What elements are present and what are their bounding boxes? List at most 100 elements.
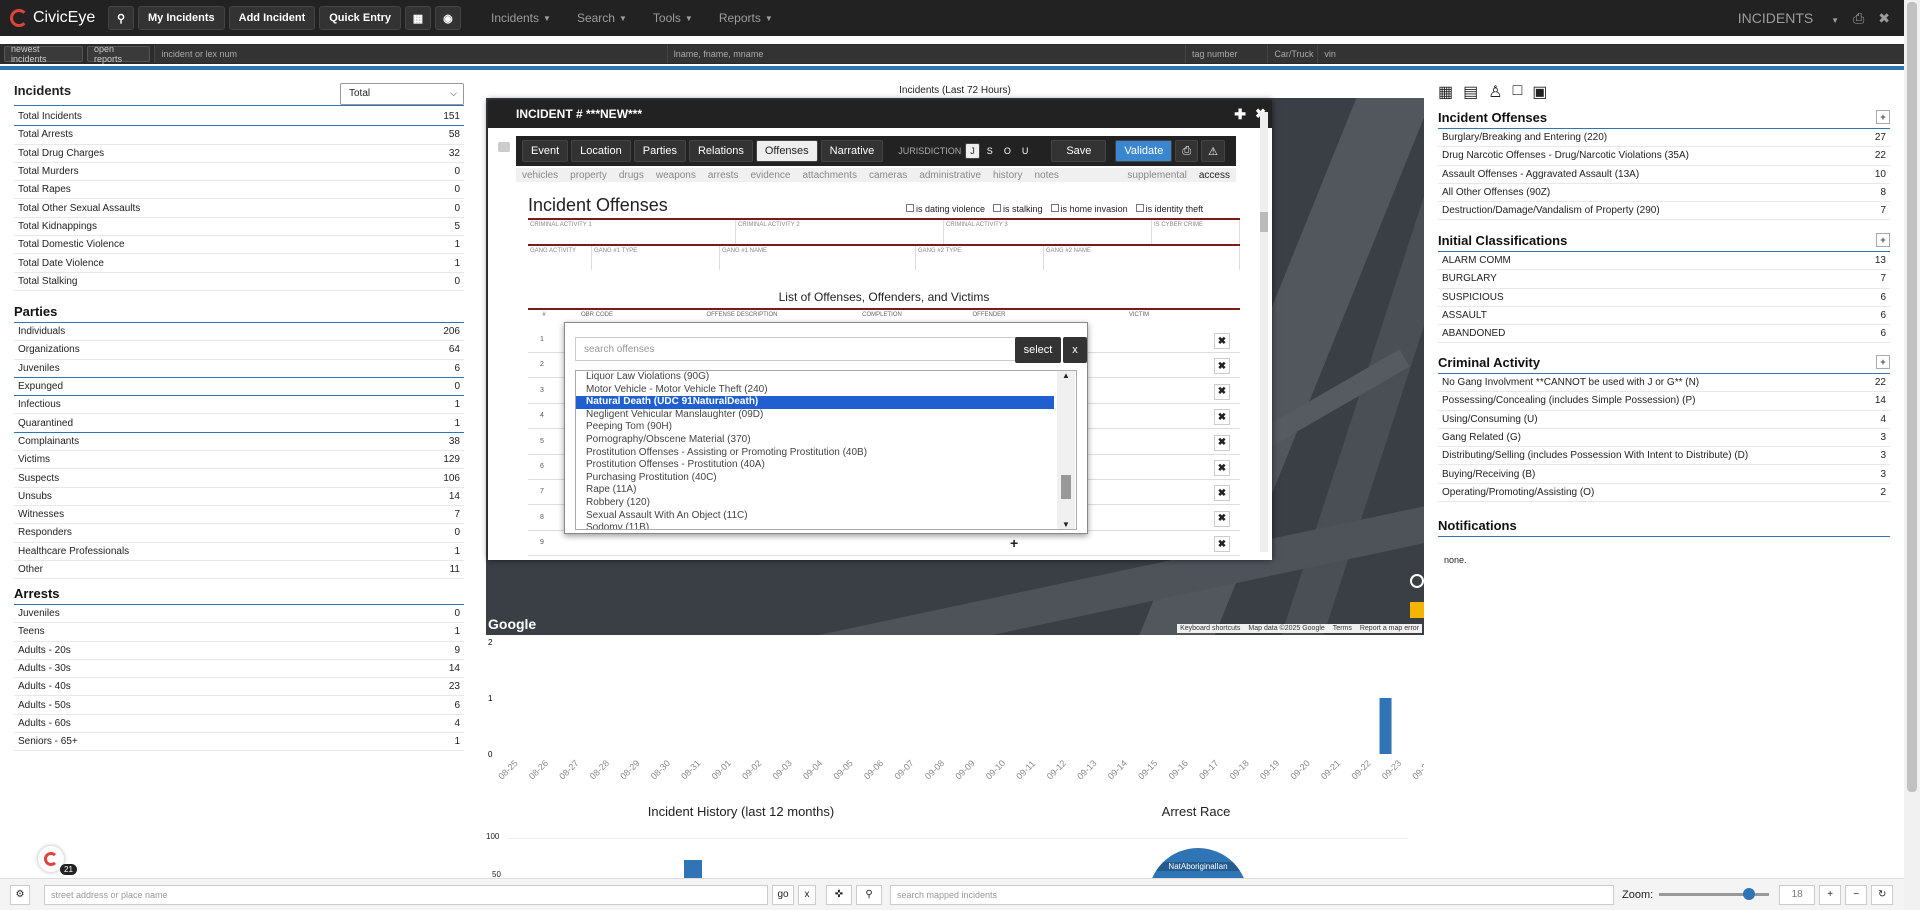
- field-criminal-activity-0[interactable]: CRIMINAL ACTIVITY 1: [528, 220, 736, 244]
- field-gang-1[interactable]: GANG #1 TYPE: [592, 246, 720, 270]
- delete-row-icon[interactable]: ✖: [1214, 358, 1230, 375]
- close-dropdown-button[interactable]: x: [1063, 337, 1087, 363]
- stat-row[interactable]: Using/Consuming (U) 4: [1438, 411, 1890, 429]
- jurisdiction-s[interactable]: S: [983, 143, 997, 159]
- field-gang-0[interactable]: GANG ACTIVITY: [528, 246, 592, 270]
- calculator-button[interactable]: ▦: [404, 6, 431, 30]
- checkbox-box[interactable]: [906, 204, 914, 212]
- tab-event[interactable]: Event: [522, 140, 569, 162]
- listbox-scrollbar[interactable]: ▲ ▼: [1057, 371, 1075, 529]
- go-button[interactable]: go: [772, 884, 794, 905]
- stat-row[interactable]: Buying/Receiving (B) 3: [1438, 465, 1890, 484]
- address-search-input[interactable]: street address or place name: [44, 884, 768, 905]
- jurisdiction-u[interactable]: U: [1018, 143, 1033, 159]
- menu-search[interactable]: Search ▼: [577, 11, 627, 25]
- menu-tools[interactable]: Tools ▼: [653, 11, 693, 25]
- side-handle-icon[interactable]: [498, 142, 510, 152]
- subtab-vehicles[interactable]: vehicles: [522, 170, 558, 181]
- newest-incidents-button[interactable]: newest incidents: [4, 44, 84, 64]
- stat-row[interactable]: Adults - 50s 6: [14, 696, 464, 715]
- person-icon[interactable]: ♙: [1488, 82, 1502, 102]
- print-icon[interactable]: ⎙: [1853, 10, 1864, 27]
- clear-address-button[interactable]: x: [798, 884, 816, 905]
- open-reports-button[interactable]: open reports: [87, 44, 151, 64]
- subtab-evidence[interactable]: evidence: [750, 170, 790, 181]
- menu-incidents[interactable]: Incidents ▼: [491, 11, 551, 25]
- subtab-administrative[interactable]: administrative: [919, 170, 981, 181]
- stat-row[interactable]: Juveniles 6: [14, 360, 464, 378]
- add-victim-icon[interactable]: +: [1010, 535, 1018, 551]
- settings-button[interactable]: ⚙: [10, 884, 30, 905]
- stat-row[interactable]: Suspects 106: [14, 469, 464, 488]
- save-button[interactable]: Save: [1051, 140, 1107, 162]
- field-criminal-activity-1[interactable]: CRIMINAL ACTIVITY 2: [736, 220, 944, 244]
- pegman-icon[interactable]: [1410, 602, 1424, 618]
- print-button[interactable]: ⎙: [1175, 140, 1199, 162]
- stat-row[interactable]: Total Murders 0: [14, 163, 464, 182]
- field-criminal-activity-2[interactable]: CRIMINAL ACTIVITY 3: [944, 220, 1152, 244]
- expand-criminal-icon[interactable]: +: [1876, 355, 1890, 369]
- checkbox-0[interactable]: is dating violence: [906, 204, 985, 214]
- stat-row[interactable]: Teens 1: [14, 623, 464, 642]
- delete-row-icon[interactable]: ✖: [1214, 333, 1230, 349]
- checkbox-box[interactable]: [1135, 204, 1144, 212]
- page-scrollbar[interactable]: [1904, 0, 1920, 910]
- stat-row[interactable]: Total Drug Charges 32: [14, 145, 464, 163]
- expand-classifications-icon[interactable]: +: [1876, 233, 1890, 247]
- checkbox-1[interactable]: is stalking: [993, 204, 1043, 214]
- terms-link[interactable]: Terms: [1333, 625, 1352, 632]
- subtab-attachments[interactable]: attachments: [802, 170, 856, 181]
- tag-number-input[interactable]: tag number: [1185, 45, 1268, 63]
- stat-row[interactable]: Destruction/Damage/Vandalism of Property…: [1438, 202, 1890, 221]
- stat-row[interactable]: Total Kidnappings 5: [14, 218, 464, 237]
- stat-row[interactable]: Witnesses 7: [14, 506, 464, 525]
- stat-row[interactable]: Distributing/Selling (includes Possessio…: [1438, 447, 1890, 466]
- stat-row[interactable]: Victims 129: [14, 451, 464, 470]
- offense-option[interactable]: Natural Death (UDC 91NaturalDeath): [576, 396, 1054, 409]
- subtab-property[interactable]: property: [570, 170, 607, 181]
- delete-row-icon[interactable]: ✖: [1214, 409, 1230, 426]
- locate-button[interactable]: ✜: [826, 884, 852, 905]
- subtab-drugs[interactable]: drugs: [619, 170, 644, 181]
- delete-row-icon[interactable]: ✖: [1214, 460, 1230, 476]
- validate-button[interactable]: Validate: [1115, 140, 1173, 162]
- map-marker-button[interactable]: ◉: [434, 6, 461, 30]
- zoom-slider-handle[interactable]: [1743, 888, 1756, 900]
- stat-row[interactable]: ABANDONED 6: [1438, 325, 1890, 344]
- subtab-access[interactable]: access: [1199, 170, 1230, 181]
- field-gang-4[interactable]: GANG #2 NAME: [1044, 246, 1240, 270]
- stat-row[interactable]: Operating/Promoting/Assisting (O) 2: [1438, 484, 1890, 503]
- stat-row[interactable]: Healthcare Professionals 1: [14, 543, 464, 561]
- field-gang-2[interactable]: GANG #1 NAME: [720, 246, 916, 270]
- offense-option[interactable]: Prostitution Offenses - Assisting or Pro…: [576, 447, 1076, 460]
- checkbox-box[interactable]: [1050, 204, 1059, 212]
- checkbox-2[interactable]: is home invasion: [1050, 204, 1128, 214]
- tab-narrative[interactable]: Narrative: [820, 140, 884, 162]
- zoom-in-button[interactable]: +: [1819, 884, 1842, 905]
- offense-option[interactable]: Sexual Assault With An Object (11C): [576, 510, 1076, 523]
- stat-row[interactable]: Other 11: [14, 561, 464, 580]
- zoom-out-button[interactable]: −: [1845, 884, 1868, 905]
- mapped-incidents-search[interactable]: search mapped incidents: [890, 884, 1614, 905]
- subtab-supplemental[interactable]: supplemental: [1127, 170, 1186, 181]
- scroll-up-icon[interactable]: ▲: [1057, 371, 1075, 380]
- stat-row[interactable]: Expunged 0: [14, 378, 464, 397]
- offense-option[interactable]: Rape (11A): [576, 484, 1076, 497]
- stat-row[interactable]: Burglary/Breaking and Entering (220) 27: [1438, 129, 1890, 148]
- checkbox-3[interactable]: is identity theft: [1135, 204, 1203, 214]
- offense-option[interactable]: Robbery (120): [576, 497, 1076, 510]
- offense-option[interactable]: Liquor Law Violations (90G): [576, 371, 1076, 384]
- stat-row[interactable]: Possessing/Concealing (includes Simple P…: [1438, 392, 1890, 411]
- jurisdiction-j[interactable]: J: [965, 143, 980, 159]
- stat-row[interactable]: Juveniles 0: [14, 605, 464, 624]
- offense-option[interactable]: Prostitution Offenses - Prostitution (40…: [576, 459, 1076, 472]
- stat-row[interactable]: Total Other Sexual Assaults 0: [14, 199, 464, 218]
- pin-button[interactable]: ⚲: [856, 884, 882, 905]
- offense-option[interactable]: Pornography/Obscene Material (370): [576, 434, 1076, 447]
- close-icon[interactable]: ✖: [1878, 10, 1890, 27]
- subtab-history[interactable]: history: [993, 170, 1022, 181]
- subtab-notes[interactable]: notes: [1034, 170, 1058, 181]
- stat-row[interactable]: Adults - 20s 9: [14, 642, 464, 660]
- offense-option[interactable]: Motor Vehicle - Motor Vehicle Theft (240…: [576, 384, 1076, 397]
- stat-row[interactable]: ASSAULT 6: [1438, 307, 1890, 326]
